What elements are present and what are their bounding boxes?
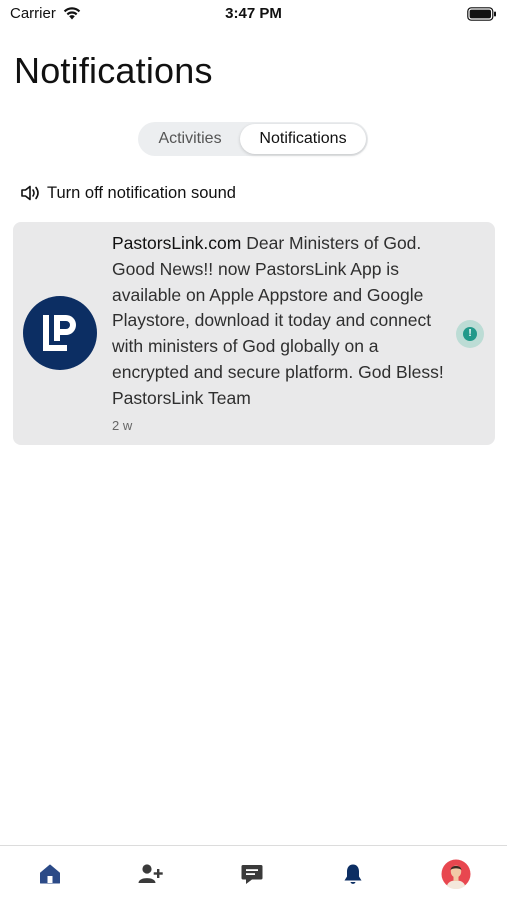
tab-bar — [0, 845, 507, 901]
add-user-icon — [138, 864, 163, 883]
unread-indicator-icon: ! — [456, 320, 484, 348]
tab-profile[interactable] — [431, 854, 481, 894]
notification-sender: PastorsLink.com — [112, 233, 242, 253]
bell-icon — [344, 864, 362, 884]
tab-add-friend[interactable] — [125, 854, 175, 894]
tab-notifications[interactable]: Notifications — [240, 124, 366, 154]
pastorslink-logo — [23, 296, 97, 370]
page-title: Notifications — [14, 50, 213, 91]
notification-sound-toggle[interactable]: Turn off notification sound — [20, 181, 236, 205]
speaker-icon — [21, 185, 39, 201]
clock: 3:47 PM — [225, 5, 282, 22]
notification-text: PastorsLink.com Dear Ministers of God. G… — [112, 231, 457, 412]
notification-time: 2 w — [112, 418, 133, 433]
notification-message: Dear Ministers of God. Good News!! now P… — [112, 233, 444, 408]
tab-messages[interactable] — [227, 854, 277, 894]
tab-activities[interactable]: Activities — [142, 124, 238, 154]
unread-badge: ! — [463, 327, 477, 341]
avatar-icon — [441, 859, 471, 889]
notification-item[interactable]: PastorsLink.com Dear Ministers of God. G… — [13, 222, 495, 445]
notification-sound-label: Turn off notification sound — [47, 183, 236, 202]
chat-icon — [241, 865, 263, 884]
tab-home[interactable] — [25, 854, 75, 894]
tab-notifications-bar[interactable] — [328, 854, 378, 894]
segment-control: Activities Notifications — [138, 122, 368, 156]
battery-icon — [467, 7, 496, 21]
home-icon — [40, 864, 60, 884]
status-bar: Carrier 3:47 PM — [0, 0, 507, 30]
